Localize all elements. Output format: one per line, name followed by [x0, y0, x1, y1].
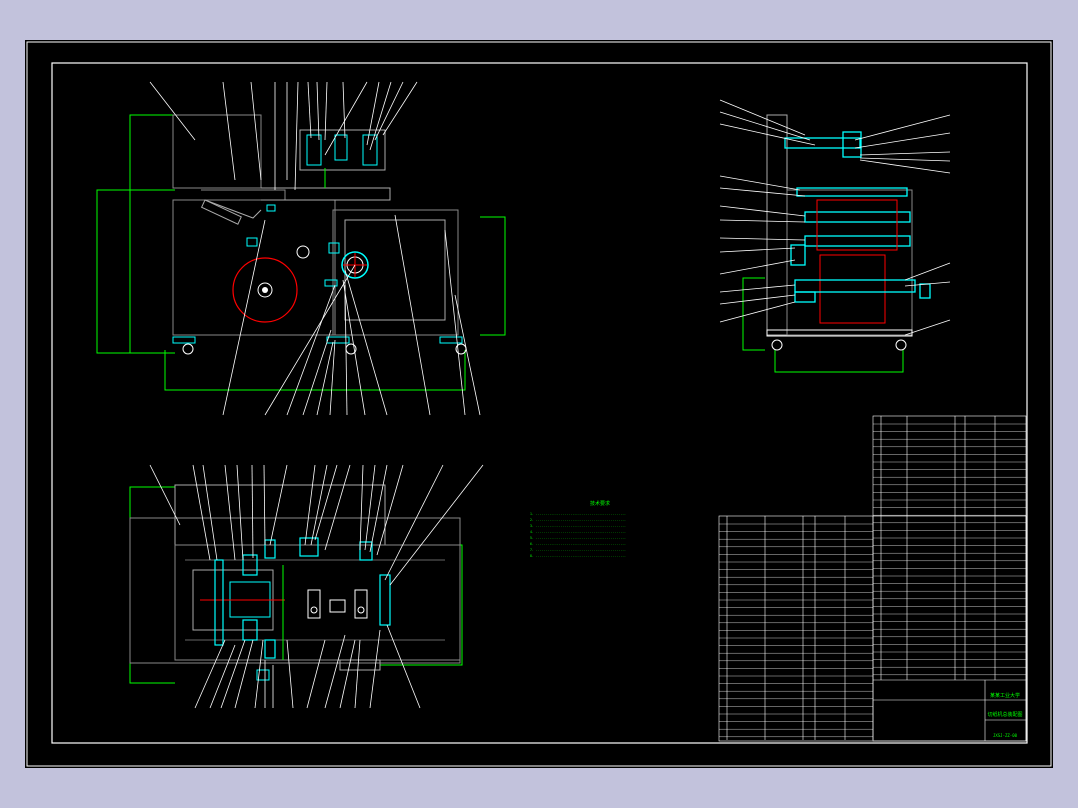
cad-drawing-sheet: 技术要求 1. ................................…	[25, 40, 1053, 768]
note-line: 8. .....................................…	[530, 554, 626, 558]
note-line: 6. .....................................…	[530, 542, 626, 546]
note-line: 1. .....................................…	[530, 512, 626, 516]
side-view	[719, 99, 951, 373]
school-name: 某某工业大学	[990, 692, 1020, 699]
front-view	[96, 81, 506, 416]
top-view	[129, 464, 484, 709]
note-line: 3. .....................................…	[530, 524, 626, 528]
note-line: 2. .....................................…	[530, 518, 626, 522]
technical-notes: 技术要求 1. ................................…	[530, 500, 626, 558]
drawing-number: JXSJ-ZZ-00	[993, 733, 1018, 738]
note-line: 5. .....................................…	[530, 536, 626, 540]
note-line: 7. .....................................…	[530, 548, 626, 552]
outer-frame	[26, 41, 1052, 767]
drawing-name: 切纸机总装配图	[987, 711, 1022, 718]
note-line: 4. .....................................…	[530, 530, 626, 534]
notes-title: 技术要求	[590, 500, 610, 507]
parts-list	[718, 415, 1027, 742]
drawing-canvas: 技术要求 1. ................................…	[26, 41, 1052, 767]
title-block: 某某工业大学 切纸机总装配图 JXSJ-ZZ-00	[987, 692, 1022, 738]
